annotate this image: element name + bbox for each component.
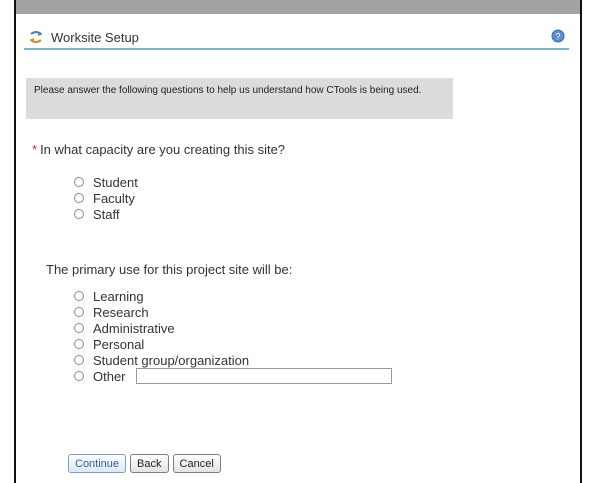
radio-label: Staff xyxy=(93,206,120,222)
radio-option-research[interactable]: Research xyxy=(74,304,392,320)
primary-use-options: Learning Research Administrative Persona… xyxy=(74,288,392,384)
radio-button[interactable] xyxy=(74,371,84,381)
instructions-box: Please answer the following questions to… xyxy=(26,78,453,119)
radio-option-staff[interactable]: Staff xyxy=(74,206,138,222)
page-title: Worksite Setup xyxy=(51,29,139,45)
radio-button[interactable] xyxy=(74,291,84,301)
radio-label: Other xyxy=(93,368,126,384)
radio-label: Research xyxy=(93,304,149,320)
radio-option-faculty[interactable]: Faculty xyxy=(74,190,138,206)
capacity-question-label: In what capacity are you creating this s… xyxy=(40,142,286,157)
capacity-options: Student Faculty Staff xyxy=(74,174,138,222)
continue-button[interactable]: Continue xyxy=(68,454,127,473)
primary-use-question-label: The primary use for this project site wi… xyxy=(46,262,293,277)
radio-label: Personal xyxy=(93,336,145,352)
radio-label: Student group/organization xyxy=(93,352,250,368)
cancel-button[interactable]: Cancel xyxy=(172,454,221,473)
other-text-input[interactable] xyxy=(135,368,392,384)
help-icon[interactable]: ? xyxy=(551,29,565,43)
radio-label: Student xyxy=(93,174,138,190)
radio-option-learning[interactable]: Learning xyxy=(74,288,392,304)
top-bar xyxy=(16,0,580,14)
radio-label: Learning xyxy=(93,288,144,304)
worksite-setup-icon xyxy=(29,31,43,43)
back-button[interactable]: Back xyxy=(130,454,169,473)
radio-button[interactable] xyxy=(74,209,84,219)
radio-button[interactable] xyxy=(74,307,84,317)
radio-button[interactable] xyxy=(74,355,84,365)
tool-frame: Worksite Setup ? Please answer the follo… xyxy=(14,0,582,483)
svg-text:?: ? xyxy=(555,32,560,42)
capacity-question: * In what capacity are you creating this … xyxy=(32,142,285,157)
radio-option-administrative[interactable]: Administrative xyxy=(74,320,392,336)
tool-header: Worksite Setup ? xyxy=(24,26,569,50)
radio-option-personal[interactable]: Personal xyxy=(74,336,392,352)
radio-button[interactable] xyxy=(74,339,84,349)
radio-option-student-group[interactable]: Student group/organization xyxy=(74,352,392,368)
radio-option-other[interactable]: Other xyxy=(74,368,392,384)
action-buttons: Continue Back Cancel xyxy=(68,454,221,473)
radio-option-student[interactable]: Student xyxy=(74,174,138,190)
radio-button[interactable] xyxy=(74,323,84,333)
radio-button[interactable] xyxy=(74,177,84,187)
required-marker: * xyxy=(32,142,38,157)
radio-button[interactable] xyxy=(74,193,84,203)
radio-label: Administrative xyxy=(93,320,175,336)
radio-label: Faculty xyxy=(93,190,135,206)
